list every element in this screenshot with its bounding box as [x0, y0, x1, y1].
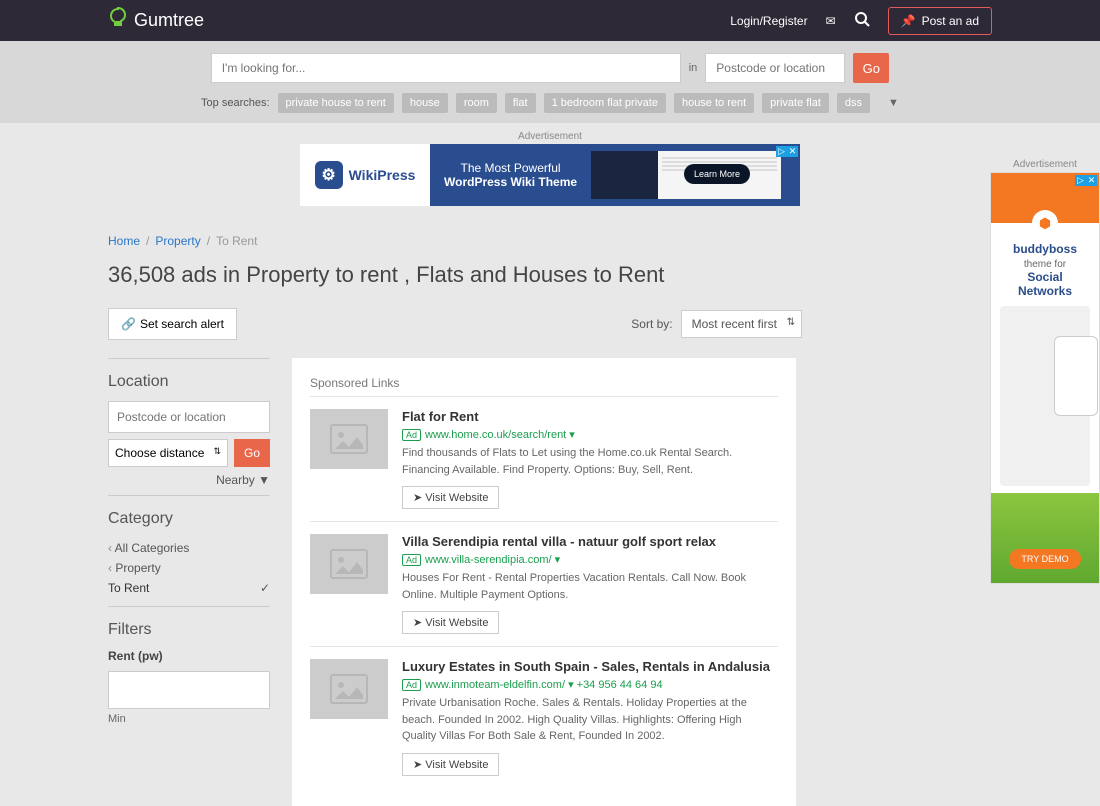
alert-label: Set search alert: [140, 317, 224, 331]
side-brand: buddyboss: [1013, 242, 1077, 256]
mail-icon[interactable]: ✉: [826, 14, 836, 28]
breadcrumb: Home/ Property/ To Rent: [108, 234, 992, 248]
sidebar-location-input[interactable]: [108, 401, 270, 433]
listing-thumb[interactable]: [310, 409, 388, 469]
pin-icon: 📌: [901, 14, 916, 28]
header: Gumtree Login/Register ✉ 📌 Post an ad: [0, 0, 1100, 41]
banner-line2: WordPress Wiki Theme: [444, 175, 577, 189]
listing-title[interactable]: Villa Serendipia rental villa - natuur g…: [402, 534, 778, 549]
listing-title[interactable]: Flat for Rent: [402, 409, 778, 424]
check-icon: ✓: [260, 581, 270, 595]
min-label: Min: [108, 713, 270, 725]
search-tag[interactable]: house to rent: [674, 93, 754, 113]
link-icon: 🔗: [121, 317, 136, 331]
side-ad-container: Advertisement ▷✕ ⬢ buddyboss theme forSoc…: [990, 151, 1100, 584]
breadcrumb-home[interactable]: Home: [108, 234, 140, 248]
in-label: in: [689, 62, 698, 74]
search-tag[interactable]: 1 bedroom flat private: [544, 93, 666, 113]
breadcrumb-current: To Rent: [216, 234, 257, 248]
login-link[interactable]: Login/Register: [730, 14, 807, 28]
set-alert-button[interactable]: 🔗 Set search alert: [108, 308, 237, 340]
listing-item: Luxury Estates in South Spain - Sales, R…: [310, 646, 778, 788]
location-input[interactable]: [705, 53, 845, 83]
listing-desc: Find thousands of Flats to Let using the…: [402, 445, 778, 478]
ad-close-icon[interactable]: ✕: [787, 146, 798, 157]
post-ad-button[interactable]: 📌 Post an ad: [888, 7, 992, 35]
banner-brand: WikiPress: [349, 167, 416, 183]
sponsored-label: Sponsored Links: [310, 376, 778, 390]
rent-min-input[interactable]: [108, 671, 270, 709]
side-ad[interactable]: ▷✕ ⬢ buddyboss theme forSocialNetworks TR…: [990, 172, 1100, 584]
distance-select[interactable]: Choose distance: [108, 439, 228, 467]
ad-label: Advertisement: [108, 131, 992, 142]
breadcrumb-property[interactable]: Property: [155, 234, 200, 248]
category-title: Category: [108, 510, 270, 528]
sort-select[interactable]: Most recent first: [681, 310, 802, 338]
try-demo-button[interactable]: TRY DEMO: [1009, 549, 1080, 569]
listing-item: Flat for Rent Adwww.home.co.uk/search/re…: [310, 396, 778, 521]
nearby-link[interactable]: Nearby ▼: [108, 473, 270, 487]
learn-more-button[interactable]: Learn More: [684, 164, 750, 184]
header-actions: Login/Register ✉ 📌 Post an ad: [730, 7, 992, 35]
cat-torent[interactable]: To Rent✓: [108, 578, 270, 598]
search-tag[interactable]: room: [456, 93, 497, 113]
listing-desc: Houses For Rent - Rental Properties Vaca…: [402, 570, 778, 603]
search-tag[interactable]: private flat: [762, 93, 829, 113]
listing-url[interactable]: Adwww.home.co.uk/search/rent ▾: [402, 428, 778, 441]
visit-button[interactable]: ➤ Visit Website: [402, 486, 499, 509]
visit-button[interactable]: ➤ Visit Website: [402, 753, 499, 776]
search-tag[interactable]: private house to rent: [278, 93, 394, 113]
ad-close-icon[interactable]: ✕: [1086, 175, 1097, 186]
ad-label: Advertisement: [990, 159, 1100, 170]
listing-url[interactable]: Adwww.inmoteam-eldelfin.com/ ▾ +34 956 4…: [402, 678, 778, 691]
location-title: Location: [108, 373, 270, 391]
listing-title[interactable]: Luxury Estates in South Spain - Sales, R…: [402, 659, 778, 674]
search-icon[interactable]: [854, 11, 870, 30]
listing-thumb[interactable]: [310, 534, 388, 594]
search-bar: in Go Top searches: private house to ren…: [0, 41, 1100, 123]
page-title: 36,508 ads in Property to rent , Flats a…: [108, 262, 992, 288]
search-tag[interactable]: dss: [837, 93, 870, 113]
sort-label: Sort by:: [631, 317, 672, 331]
search-tag[interactable]: flat: [505, 93, 536, 113]
cat-property[interactable]: Property: [108, 558, 270, 578]
search-go-button[interactable]: Go: [853, 53, 889, 83]
cat-all[interactable]: All Categories: [108, 538, 270, 558]
side-theme: theme for: [1024, 259, 1066, 270]
banner-ad[interactable]: ⚙WikiPress The Most PowerfulWordPress Wi…: [300, 144, 800, 206]
visit-button[interactable]: ➤ Visit Website: [402, 611, 499, 634]
side-line2: Networks: [1018, 284, 1072, 298]
listings: Sponsored Links Flat for Rent Adwww.home…: [292, 358, 796, 806]
listing-desc: Private Urbanisation Roche. Sales & Rent…: [402, 695, 778, 745]
top-searches-label: Top searches:: [201, 97, 269, 109]
brand-name: Gumtree: [134, 10, 204, 31]
chevron-down-icon[interactable]: ▼: [888, 97, 899, 109]
ad-info-icon[interactable]: ▷: [1075, 175, 1086, 186]
ad-badge: Ad: [402, 679, 421, 691]
filters-title: Filters: [108, 621, 270, 639]
sidebar: Location Choose distance Go Nearby ▼ Cat…: [108, 358, 270, 806]
search-input[interactable]: [211, 53, 681, 83]
listing-item: Villa Serendipia rental villa - natuur g…: [310, 521, 778, 646]
ad-badge: Ad: [402, 554, 421, 566]
side-line1: Social: [1027, 270, 1062, 284]
logo[interactable]: Gumtree: [108, 7, 204, 35]
ad-info-icon[interactable]: ▷: [776, 146, 787, 157]
buddyboss-icon: ⬢: [1032, 210, 1058, 236]
listing-thumb[interactable]: [310, 659, 388, 719]
search-tag[interactable]: house: [402, 93, 448, 113]
location-go-button[interactable]: Go: [234, 439, 270, 467]
rent-label: Rent (pw): [108, 649, 270, 663]
listing-url[interactable]: Adwww.villa-serendipia.com/ ▾: [402, 553, 778, 566]
ad-badge: Ad: [402, 429, 421, 441]
sort-value: Most recent first: [692, 317, 777, 331]
banner-line1: The Most Powerful: [461, 161, 561, 175]
tree-icon: [108, 7, 128, 35]
post-ad-label: Post an ad: [922, 14, 979, 28]
top-searches: Top searches: private house to rent hous…: [201, 93, 899, 113]
